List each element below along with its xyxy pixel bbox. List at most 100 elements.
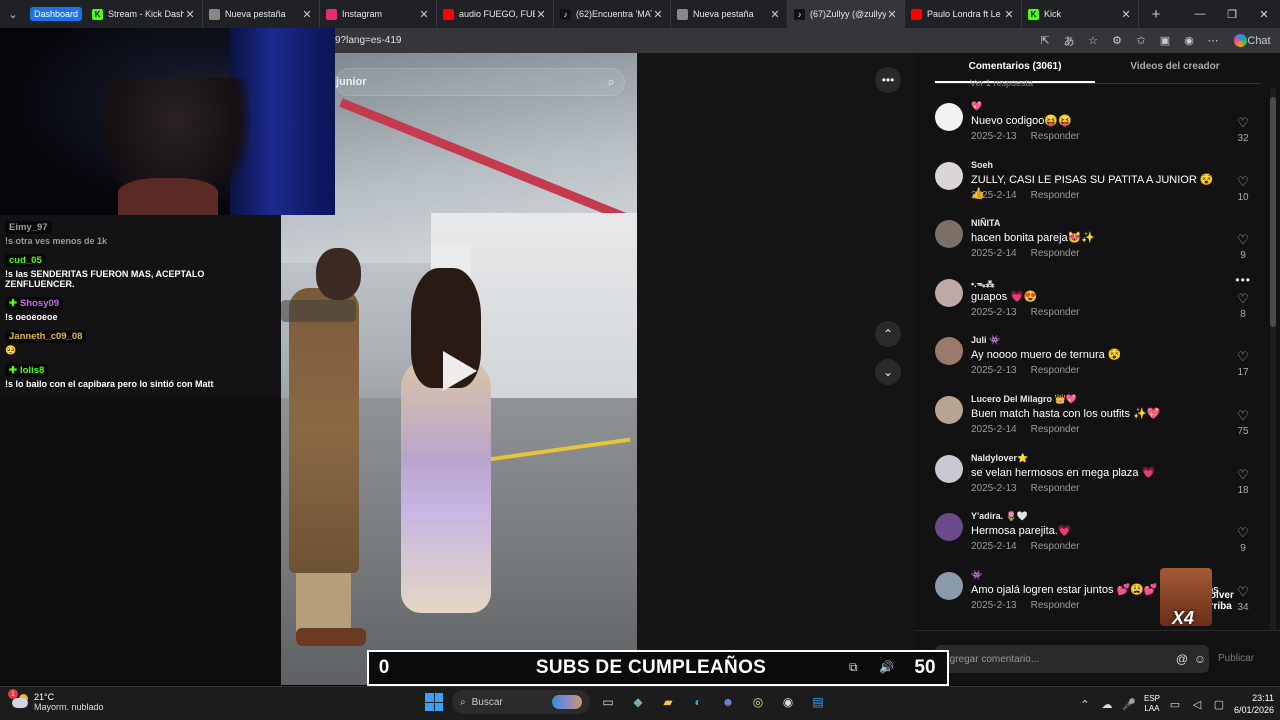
avatar[interactable] — [935, 396, 963, 424]
profile-avatar-icon[interactable]: ◉ — [1180, 32, 1198, 50]
tiktok-search-bar[interactable]: junior ⌕ — [335, 68, 625, 96]
taskbar-search[interactable]: ⌕ Buscar — [452, 690, 590, 714]
tab-close-icon[interactable]: ✕ — [886, 8, 898, 21]
chat-username[interactable]: Janneth_c09_08 — [5, 330, 87, 343]
emoji-icon[interactable]: ☺ — [1191, 652, 1209, 666]
app-icon[interactable]: ▤ — [806, 690, 830, 714]
close-window-icon[interactable]: ✕ — [1248, 0, 1280, 28]
comment-author[interactable]: 👾 — [971, 570, 982, 581]
like-button[interactable]: ♡ 9 — [1231, 232, 1255, 261]
browser-tab[interactable]: K Stream - Kick Dashboa✕ — [86, 0, 204, 28]
reply-button[interactable]: Responder — [1031, 541, 1080, 552]
weather-widget[interactable]: 1 21°C Mayorm. nublado — [8, 689, 104, 712]
reply-button[interactable]: Responder — [1031, 307, 1080, 318]
browser-tab[interactable]: ♪ (62)Encuentra 'MATTK✕ — [554, 0, 672, 28]
browser-tab[interactable]: Instagram ✕ — [320, 0, 438, 28]
open-in-app-icon[interactable]: ⇱ — [1036, 32, 1054, 50]
browser-tab[interactable]: Nueva pestaña ✕ — [671, 0, 789, 28]
chat-username[interactable]: ✚ Shosy09 — [5, 297, 64, 310]
translate-icon[interactable]: あ — [1060, 32, 1078, 50]
windows-start-icon[interactable] — [422, 690, 446, 714]
avatar[interactable] — [935, 571, 963, 600]
like-button[interactable]: ♡ 18 — [1231, 467, 1255, 496]
tab-close-icon[interactable]: ✕ — [301, 8, 313, 21]
browser-tab[interactable]: K Kick ✕ — [1022, 0, 1140, 28]
extensions-icon[interactable]: ⚙ — [1108, 32, 1126, 50]
copilot-chat-button[interactable]: Chat — [1228, 30, 1274, 52]
browser-tab[interactable]: audio FUEGO, FUEGO✕ — [437, 0, 555, 28]
reply-button[interactable]: Responder — [1031, 248, 1080, 259]
onedrive-icon[interactable]: ☁ — [1100, 698, 1114, 711]
like-button[interactable]: ♡ 8 — [1231, 291, 1255, 320]
browser-tab[interactable]: Paulo Londra ft Le ✕ — [905, 0, 1023, 28]
comment-author[interactable]: Y'adira. 🌷🤍 — [971, 511, 1028, 522]
restore-icon[interactable]: ❐ — [1216, 0, 1248, 28]
tab-close-icon[interactable]: ✕ — [184, 8, 196, 21]
like-button[interactable]: ♡ 75 — [1231, 408, 1255, 437]
avatar[interactable] — [935, 220, 963, 249]
comment-author[interactable]: NIÑITA — [971, 218, 1000, 228]
avatar[interactable] — [935, 103, 963, 131]
network-icon[interactable]: ▭ — [1168, 698, 1182, 711]
reply-button[interactable]: Responder — [1031, 131, 1080, 142]
avatar[interactable] — [935, 513, 963, 542]
reply-button[interactable]: Responder — [1031, 424, 1080, 435]
like-button[interactable]: ♡ 32 — [1231, 115, 1255, 144]
task-view-icon[interactable]: ▭ — [596, 690, 620, 714]
tab-group-label[interactable]: Dashboard — [30, 7, 83, 21]
avatar[interactable] — [935, 278, 963, 307]
tab-creator-videos[interactable]: Videos del creador — [1095, 61, 1255, 83]
comment-input[interactable]: Agregar comentario... @ ☺ — [935, 645, 1209, 673]
publish-button[interactable]: Publicar — [1218, 653, 1254, 664]
avatar[interactable] — [935, 454, 963, 483]
chat-username[interactable]: cud_05 — [5, 254, 46, 267]
avatar[interactable] — [935, 161, 963, 190]
comment-more-icon[interactable]: ••• — [1235, 273, 1251, 287]
edge-browser-icon[interactable]: ◐ — [686, 690, 710, 714]
scrollbar-thumb[interactable] — [1270, 97, 1276, 327]
collections-icon[interactable]: ▣ — [1156, 32, 1174, 50]
mention-icon[interactable]: @ — [1173, 652, 1191, 666]
play-icon[interactable] — [443, 351, 477, 391]
comment-author[interactable]: Juli 👾 — [971, 335, 1000, 346]
minimize-icon[interactable]: — — [1184, 0, 1216, 28]
language-indicator[interactable]: ESP LAA — [1144, 694, 1160, 714]
reply-button[interactable]: Responder — [1031, 365, 1080, 376]
view-replies-link[interactable]: Ver 1 respuesta — [970, 78, 1033, 88]
game-icon[interactable]: ◎ — [746, 690, 770, 714]
reply-button[interactable]: Responder — [1031, 600, 1080, 611]
volume-icon[interactable]: 🔊 — [879, 660, 894, 674]
like-button[interactable]: ♡ 9 — [1231, 525, 1255, 554]
tab-close-icon[interactable]: ✕ — [652, 8, 664, 21]
tab-close-icon[interactable]: ✕ — [1003, 8, 1015, 21]
tab-close-icon[interactable]: ✕ — [535, 8, 547, 21]
comment-author[interactable]: Naldylover⭐ — [971, 453, 1028, 464]
chat-username[interactable]: Eimy_97 — [5, 221, 52, 234]
tab-close-icon[interactable]: ✕ — [769, 8, 781, 21]
back-to-top-button[interactable]: Volver arriba X4 — [1160, 568, 1260, 628]
browser-tab[interactable]: Nueva pestaña ✕ — [203, 0, 321, 28]
reply-button[interactable]: Responder — [1031, 483, 1080, 494]
more-menu-icon[interactable]: ⋯ — [1204, 32, 1222, 50]
obs-icon[interactable]: ◉ — [776, 690, 800, 714]
battery-icon[interactable]: ▢ — [1212, 698, 1226, 711]
reply-button[interactable]: Responder — [1031, 190, 1080, 201]
comment-author[interactable]: 💖 — [971, 101, 982, 112]
url-field[interactable]: 9?lang=es-419 — [335, 35, 1036, 46]
tab-close-icon[interactable]: ✕ — [1120, 8, 1132, 21]
new-tab-button[interactable]: + — [1145, 6, 1167, 23]
browser-tab[interactable]: ♪ (67)Zullyy (@zullyy_cu✕ — [788, 0, 906, 28]
previous-video-button[interactable]: ⌃ — [875, 321, 901, 347]
tray-overflow-icon[interactable]: ⌃ — [1078, 698, 1092, 711]
discord-icon[interactable]: ☻ — [716, 690, 740, 714]
system-clock[interactable]: 23:11 6/01/2026 — [1234, 692, 1274, 716]
volume-icon[interactable]: ◁ — [1190, 698, 1204, 711]
avatar[interactable] — [935, 337, 963, 366]
next-video-button[interactable]: ⌄ — [875, 359, 901, 385]
comment-author[interactable]: •.ᯓ⁂ — [971, 277, 995, 290]
favorites-icon[interactable]: ✩ — [1132, 32, 1150, 50]
favorite-star-icon[interactable]: ☆ — [1084, 32, 1102, 50]
microphone-icon[interactable]: 🎤 — [1122, 698, 1136, 711]
tab-list-chevron-icon[interactable]: ⌄ — [0, 0, 26, 28]
more-options-button[interactable]: ••• — [875, 67, 901, 93]
